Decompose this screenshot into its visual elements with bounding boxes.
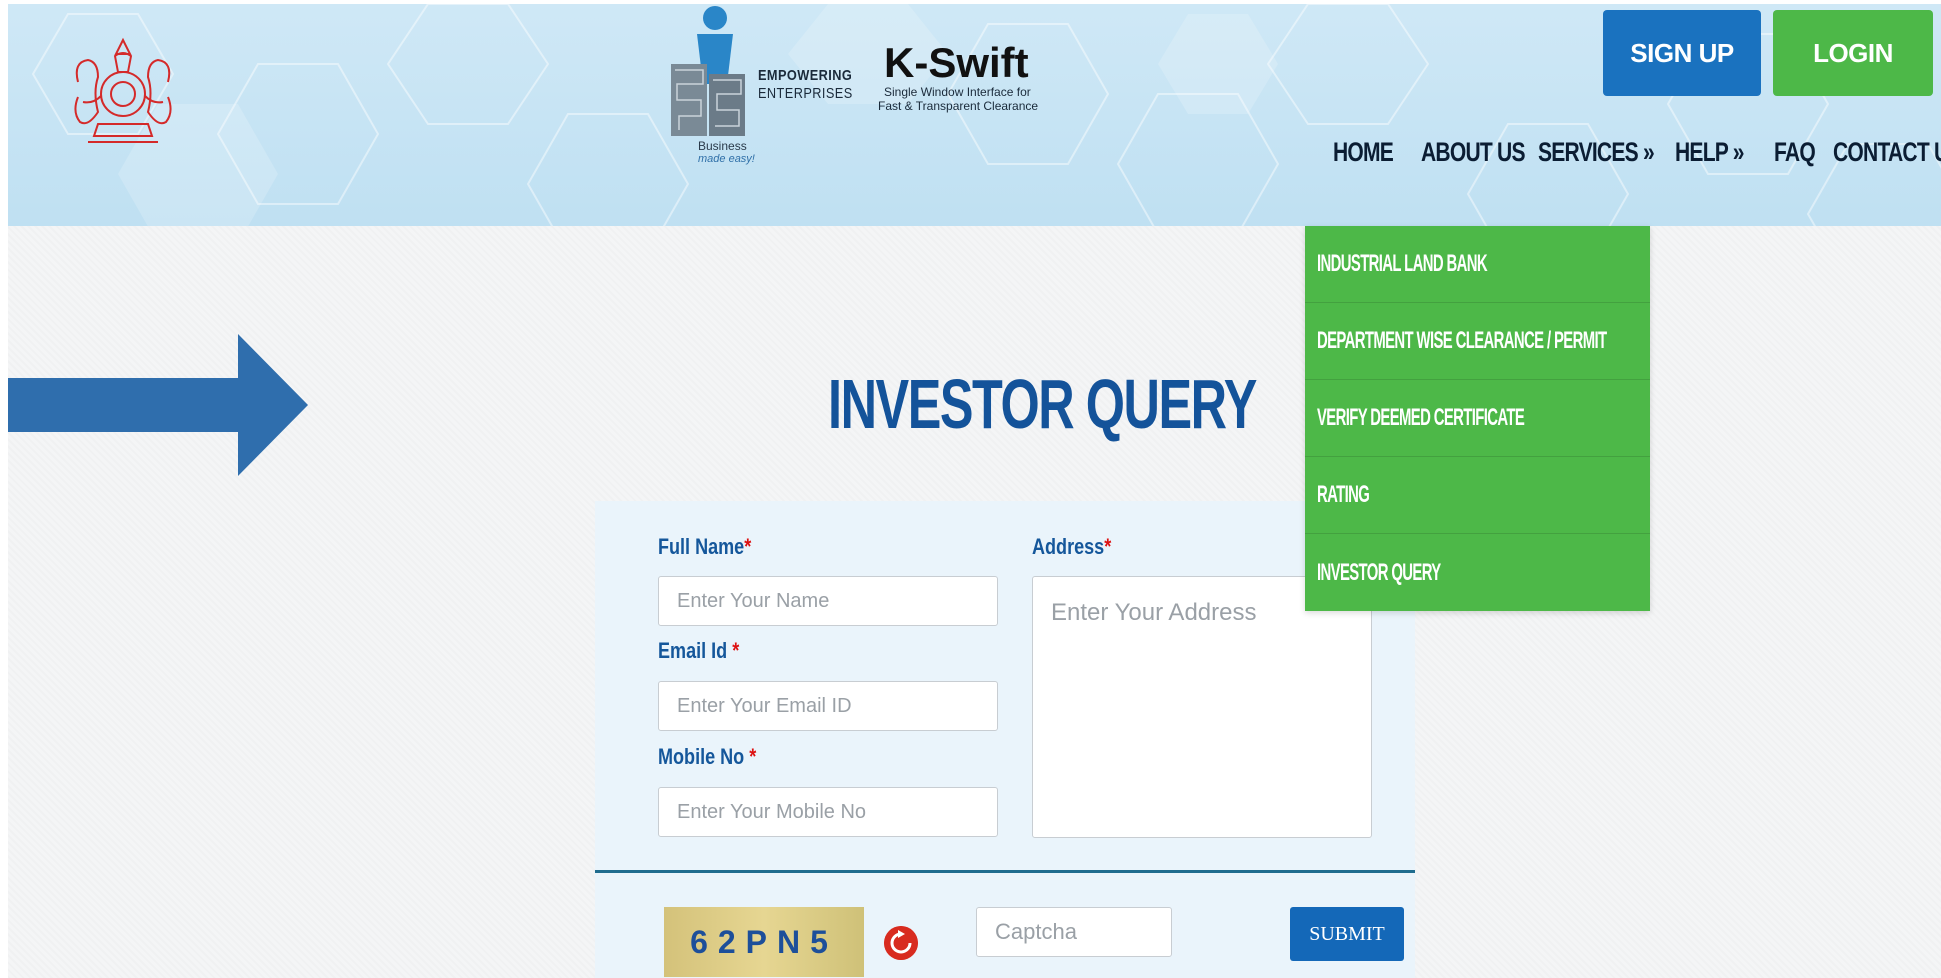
page-title: INVESTOR QUERY: [828, 365, 1257, 443]
nav-faq[interactable]: FAQ: [1774, 132, 1816, 172]
nav-services[interactable]: SERVICES »: [1538, 132, 1655, 172]
nav-help[interactable]: HELP »: [1675, 132, 1744, 172]
mobile-label: Mobile No *: [658, 744, 757, 769]
login-button[interactable]: LOGIN: [1773, 10, 1933, 96]
refresh-icon[interactable]: [884, 926, 918, 960]
menu-item-department-wise-clearance[interactable]: DEPARTMENT WISE CLEARANCE / PERMIT: [1305, 303, 1650, 380]
menu-item-verify-deemed-certificate[interactable]: VERIFY DEEMED CERTIFICATE: [1305, 380, 1650, 457]
menu-item-investor-query[interactable]: INVESTOR QUERY: [1305, 534, 1650, 611]
submit-button[interactable]: SUBMIT: [1290, 907, 1404, 961]
email-input[interactable]: [658, 681, 998, 731]
nav-home[interactable]: HOME: [1333, 132, 1394, 172]
nav-contact-us[interactable]: CONTACT US: [1833, 132, 1941, 172]
brand-business: Business: [698, 139, 747, 153]
brand-made-easy: made easy!: [698, 153, 755, 165]
address-textarea[interactable]: [1032, 576, 1372, 838]
brand-tagline-2: Fast & Transparent Clearance: [878, 99, 1039, 113]
brand-enterprises: ENTERPRISES: [758, 85, 853, 102]
nav-about-us[interactable]: ABOUT US: [1421, 132, 1526, 172]
email-label: Email Id *: [658, 638, 740, 663]
form-divider: [595, 870, 1415, 873]
captcha-image: 62PN5: [664, 907, 864, 977]
address-label: Address*: [1032, 534, 1112, 559]
menu-item-industrial-land-bank[interactable]: INDUSTRIAL LAND BANK: [1305, 226, 1650, 303]
kerala-emblem-icon: [74, 37, 172, 143]
menu-item-rating[interactable]: RATING: [1305, 457, 1650, 534]
site-header: EMPOWERING ENTERPRISES K-Swift Single Wi…: [8, 4, 1941, 226]
sign-up-button[interactable]: SIGN UP: [1603, 10, 1761, 96]
brand-empowering: EMPOWERING: [758, 67, 853, 84]
screen: EMPOWERING ENTERPRISES K-Swift Single Wi…: [8, 4, 1941, 978]
brand-name: K-Swift: [884, 39, 1029, 86]
right-arrow-icon: [8, 334, 308, 476]
mobile-input[interactable]: [658, 787, 998, 837]
services-dropdown: INDUSTRIAL LAND BANK DEPARTMENT WISE CLE…: [1305, 226, 1650, 611]
brand-tagline-1: Single Window Interface for: [884, 85, 1031, 99]
captcha-input[interactable]: [976, 907, 1172, 957]
full-name-input[interactable]: [658, 576, 998, 626]
full-name-label: Full Name*: [658, 534, 752, 559]
